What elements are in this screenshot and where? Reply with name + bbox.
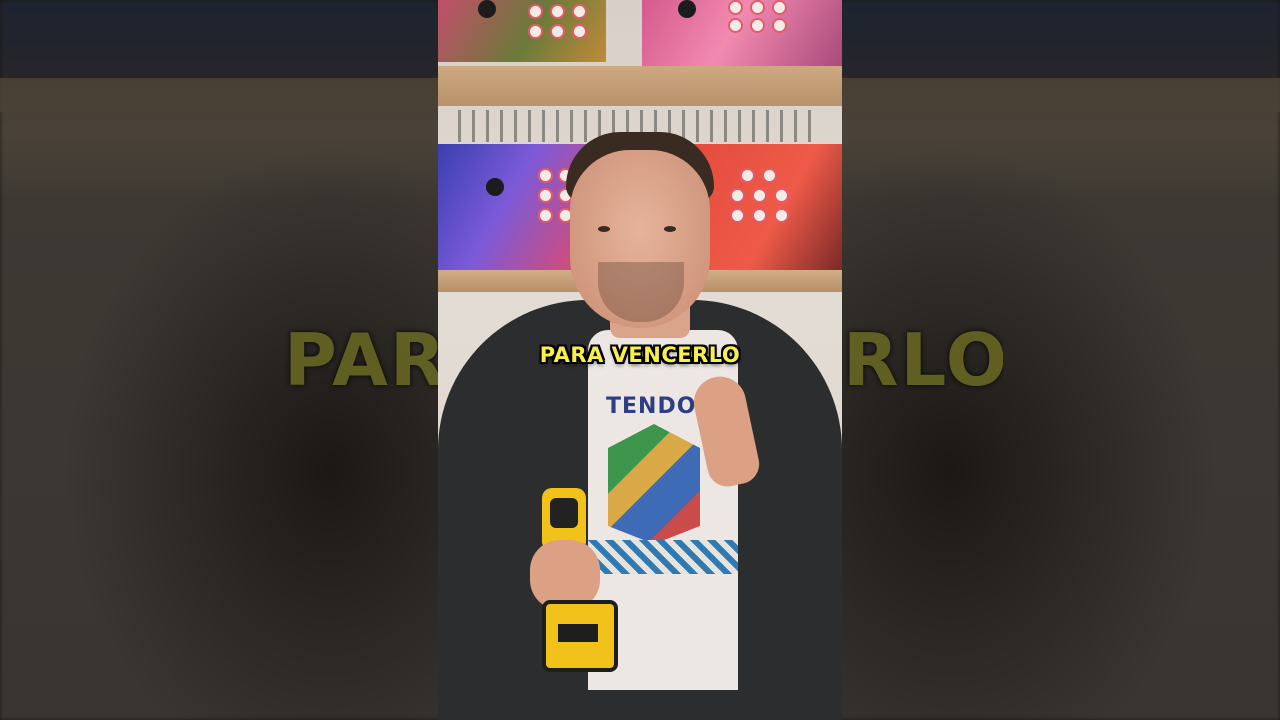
joystick bbox=[486, 178, 504, 196]
n64-logo-print bbox=[608, 424, 700, 544]
arcade-button bbox=[774, 188, 789, 203]
arcade-button bbox=[728, 18, 743, 33]
subtitle-caption: PARA VENCERLO bbox=[539, 343, 741, 367]
background-shelf-left bbox=[0, 78, 438, 112]
drill-label bbox=[558, 624, 598, 642]
arcade-button bbox=[750, 0, 765, 15]
joystick bbox=[678, 0, 696, 18]
arcade-panel-top-right bbox=[642, 0, 842, 66]
arcade-button bbox=[740, 168, 755, 183]
arcade-button bbox=[538, 188, 553, 203]
arcade-button bbox=[538, 208, 553, 223]
arcade-button bbox=[730, 188, 745, 203]
arcade-button bbox=[762, 168, 777, 183]
arcade-button bbox=[538, 168, 553, 183]
arcade-button bbox=[772, 18, 787, 33]
arcade-button bbox=[550, 4, 565, 19]
arcade-button bbox=[528, 4, 543, 19]
arcade-button bbox=[572, 24, 587, 39]
arcade-button bbox=[572, 4, 587, 19]
arcade-button bbox=[730, 208, 745, 223]
right-eye bbox=[664, 226, 676, 232]
shirt-pattern bbox=[588, 540, 738, 574]
shirt-print-text: TENDO bbox=[606, 394, 697, 419]
arcade-button bbox=[728, 0, 743, 15]
arcade-button bbox=[772, 0, 787, 15]
arcade-button bbox=[750, 18, 765, 33]
background-caption-left: PAR bbox=[284, 318, 438, 398]
background-shelf-right bbox=[842, 78, 1280, 112]
arcade-button bbox=[774, 208, 789, 223]
arcade-button bbox=[550, 24, 565, 39]
left-eye bbox=[598, 226, 610, 232]
wall-shelf-top bbox=[438, 66, 842, 106]
arcade-panel-top-left bbox=[438, 0, 606, 62]
arcade-button bbox=[752, 208, 767, 223]
arcade-panel-middle-left bbox=[438, 144, 588, 270]
drill-chuck bbox=[550, 498, 578, 528]
joystick bbox=[478, 0, 496, 18]
arcade-button bbox=[528, 24, 543, 39]
arcade-button bbox=[752, 188, 767, 203]
background-caption-right: RLO bbox=[843, 318, 1003, 398]
